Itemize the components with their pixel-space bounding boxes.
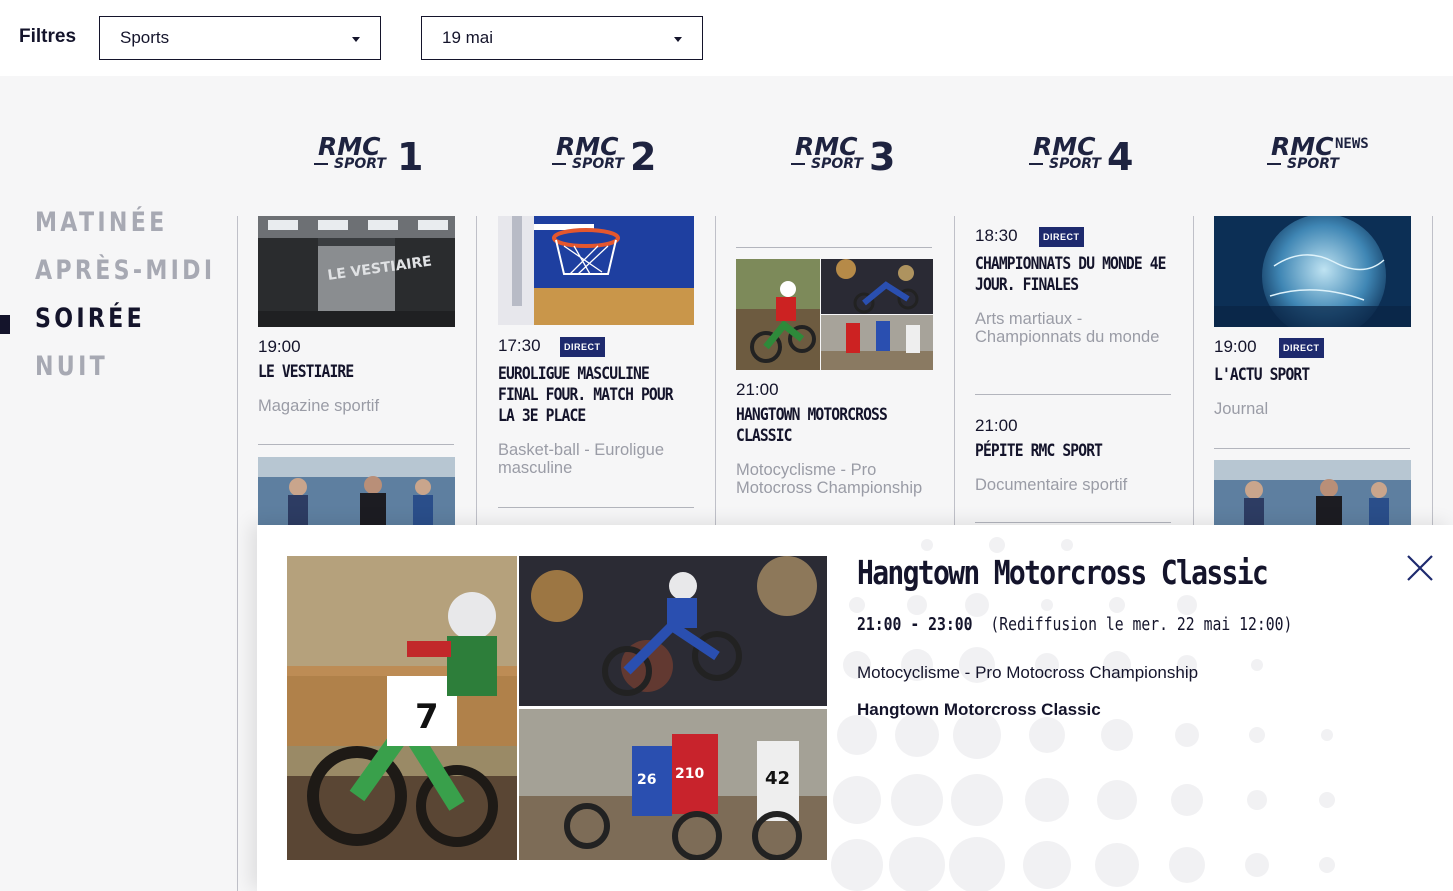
svg-text:42: 42 (765, 768, 790, 789)
channel-logo-rmc-sport-1[interactable]: RMC SPORT 1 (312, 128, 442, 178)
program-title: CHAMPIONNATS DU MONDE 4E JOUR. FINALES (975, 254, 1166, 295)
live-badge: DIRECT (1039, 227, 1084, 247)
program-genre: Basket-ball - Euroligue masculine (498, 441, 664, 477)
svg-text:26: 26 (637, 772, 656, 788)
program-time: 17:30 (498, 336, 541, 355)
program-genre: Documentaire sportif (975, 476, 1128, 494)
program-time: 21:00 (736, 380, 779, 399)
popup-subtitle: Hangtown Motorcross Classic (857, 700, 1101, 719)
date-select-value: 19 mai (442, 28, 494, 47)
program-title: HANGTOWN MOTORCROSS CLASSIC (736, 405, 888, 446)
divider (736, 247, 932, 248)
popup-time-range: 21:00 - 23:00 (857, 614, 973, 635)
program-thumbnail (498, 216, 694, 325)
divider (975, 522, 1171, 523)
period-matinee[interactable]: MATINÉE (35, 207, 168, 238)
program-time: 21:00 (975, 416, 1018, 435)
popup-rebroadcast: (Rediffusion le mer. 22 mai 12:00) (990, 614, 1293, 635)
svg-text:4: 4 (1107, 135, 1133, 178)
program-detail-image: 7 26 210 42 (287, 556, 827, 861)
svg-text:2: 2 (630, 135, 656, 178)
active-period-marker (0, 315, 10, 334)
chevron-down-icon (352, 37, 360, 42)
program-genre: Magazine sportif (258, 397, 380, 415)
program-thumbnail (1214, 216, 1411, 327)
program-time: 19:00 (258, 337, 301, 356)
live-badge: DIRECT (560, 337, 605, 357)
popup-schedule: 21:00 - 23:00 (Rediffusion le mer. 22 ma… (857, 614, 1292, 635)
program-time: 19:00 (1214, 337, 1257, 356)
live-badge: DIRECT (1279, 338, 1324, 358)
svg-text:7: 7 (415, 697, 439, 737)
svg-text:SPORT: SPORT (1049, 156, 1102, 172)
program-title: EUROLIGUE MASCULINE FINAL FOUR. MATCH PO… (498, 364, 674, 426)
period-apres-midi[interactable]: APRÈS-MIDI (35, 255, 215, 286)
channel-logo-rmc-sport-news[interactable]: RMC SPORT NEWS (1265, 128, 1395, 178)
divider (498, 507, 694, 508)
program-title: PÉPITE RMC SPORT (975, 441, 1103, 461)
filter-bar: Filtres Sports 19 mai (0, 0, 1453, 76)
column-divider (237, 216, 238, 891)
popup-genre: Motocyclisme - Pro Motocross Championshi… (857, 663, 1199, 682)
svg-text:SPORT: SPORT (811, 156, 864, 172)
program-thumbnail (736, 259, 933, 370)
popup-title: Hangtown Motorcross Classic (857, 553, 1269, 592)
program-title: LE VESTIAIRE (258, 362, 354, 382)
svg-text:SPORT: SPORT (572, 156, 625, 172)
channel-logo-rmc-sport-3[interactable]: RMC SPORT 3 (789, 128, 919, 178)
filters-label: Filtres (19, 26, 77, 47)
program-detail-popup: 7 26 210 42 Hangtown Motorcross Classic … (257, 525, 1453, 891)
program-genre: Journal (1214, 400, 1269, 418)
program-genre: Arts martiaux - Championnats du monde (975, 310, 1160, 346)
period-nuit[interactable]: NUIT (35, 351, 108, 382)
close-icon (1407, 555, 1433, 581)
divider (258, 444, 454, 445)
svg-text:1: 1 (397, 135, 423, 178)
svg-text:3: 3 (869, 135, 895, 178)
close-button[interactable] (1405, 553, 1435, 583)
channel-logo-rmc-sport-4[interactable]: RMC SPORT 4 (1027, 128, 1157, 178)
program-thumbnail-next[interactable] (1214, 460, 1411, 525)
date-select[interactable]: 19 mai (421, 16, 703, 60)
divider (1214, 448, 1410, 449)
category-select-value: Sports (120, 28, 170, 47)
chevron-down-icon (674, 37, 682, 42)
program-thumbnail-next[interactable] (258, 457, 455, 525)
program-title: L'ACTU SPORT (1214, 365, 1310, 385)
period-soiree[interactable]: SOIRÉE (35, 303, 145, 334)
program-thumbnail: LE VESTIAIRE (258, 216, 455, 327)
svg-text:210: 210 (675, 766, 704, 782)
divider (975, 394, 1171, 395)
svg-text:SPORT: SPORT (1287, 156, 1340, 172)
category-select[interactable]: Sports (99, 16, 381, 60)
program-time: 18:30 (975, 226, 1018, 245)
program-genre: Motocyclisme - Pro Motocross Championshi… (736, 461, 923, 497)
svg-text:SPORT: SPORT (334, 156, 387, 172)
channel-logo-rmc-sport-2[interactable]: RMC SPORT 2 (550, 128, 680, 178)
svg-text:NEWS: NEWS (1335, 136, 1369, 152)
